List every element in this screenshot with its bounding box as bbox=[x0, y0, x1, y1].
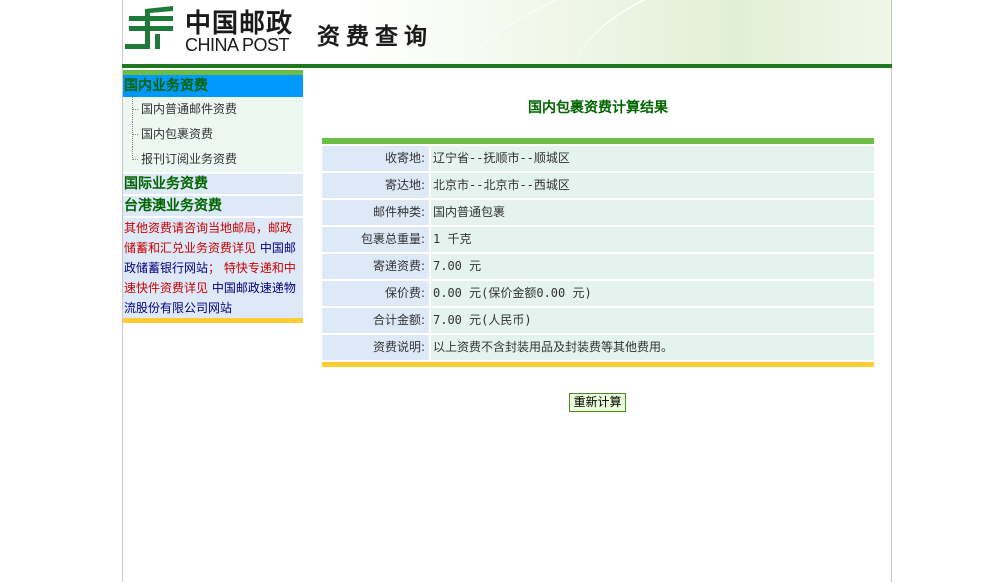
table-row: 包裹总重量: 1 千克 bbox=[322, 227, 874, 252]
sidebar-subitem-label: 国内普通邮件资费 bbox=[141, 102, 238, 116]
sidebar-info-text: 其他资费请咨询当地邮局，邮政储蓄和汇兑业务资费详见 中国邮政储蓄银行网站； 特快… bbox=[123, 218, 303, 318]
row-value: 7.00 元(人民币) bbox=[431, 308, 874, 333]
sidebar-subitem-label: 国内包裹资费 bbox=[141, 127, 214, 141]
table-row: 寄达地: 北京市--北京市--西城区 bbox=[322, 173, 874, 198]
result-table-top-bar bbox=[322, 138, 874, 144]
row-value: 1 千克 bbox=[431, 227, 874, 252]
sidebar-subitem-domestic-parcel[interactable]: 国内包裹资费 bbox=[123, 122, 303, 147]
result-title: 国内包裹资费计算结果 bbox=[528, 100, 668, 116]
table-row: 收寄地: 辽宁省--抚顺市--顺城区 bbox=[322, 146, 874, 171]
row-label: 包裹总重量: bbox=[322, 227, 429, 252]
row-value: 以上资费不含封装用品及封装费等其他费用。 bbox=[431, 335, 874, 360]
sidebar-subitem-domestic-mail[interactable]: 国内普通邮件资费 bbox=[123, 97, 303, 122]
row-label: 寄递资费: bbox=[322, 254, 429, 279]
sidebar-subitem-label: 报刊订阅业务资费 bbox=[141, 152, 238, 166]
table-row: 邮件种类: 国内普通包裹 bbox=[322, 200, 874, 225]
sidebar-subitem-periodical[interactable]: 报刊订阅业务资费 bbox=[123, 147, 303, 172]
result-table: 收寄地: 辽宁省--抚顺市--顺城区 寄达地: 北京市--北京市--西城区 邮件… bbox=[322, 138, 874, 367]
row-label: 寄达地: bbox=[322, 173, 429, 198]
row-value: 辽宁省--抚顺市--顺城区 bbox=[431, 146, 874, 171]
sidebar-item-domestic[interactable]: 国内业务资费 bbox=[123, 75, 303, 97]
row-value: 0.00 元(保价金额0.00 元) bbox=[431, 281, 874, 306]
sidebar: 国内业务资费 国内普通邮件资费 国内包裹资费 报刊订阅业务资费 国际业务资费 台… bbox=[123, 70, 303, 323]
row-label: 收寄地: bbox=[322, 146, 429, 171]
page-title: 资费查询 bbox=[317, 23, 433, 50]
site-header: 中国邮政 CHINA POST 资费查询 bbox=[123, 0, 891, 64]
header-divider bbox=[122, 64, 892, 68]
sidebar-bottom-bar bbox=[123, 318, 303, 323]
table-row: 合计金额: 7.00 元(人民币) bbox=[322, 308, 874, 333]
row-label: 保价费: bbox=[322, 281, 429, 306]
table-row: 寄递资费: 7.00 元 bbox=[322, 254, 874, 279]
recalculate-button[interactable]: 重新计算 bbox=[569, 393, 626, 412]
row-label: 邮件种类: bbox=[322, 200, 429, 225]
result-table-bottom-bar bbox=[322, 362, 874, 367]
table-row: 保价费: 0.00 元(保价金额0.00 元) bbox=[322, 281, 874, 306]
row-label: 资费说明: bbox=[322, 335, 429, 360]
china-post-logo-icon bbox=[125, 6, 173, 49]
row-value: 7.00 元 bbox=[431, 254, 874, 279]
sidebar-item-international[interactable]: 国际业务资费 bbox=[123, 174, 303, 194]
row-value: 北京市--北京市--西城区 bbox=[431, 173, 874, 198]
row-value: 国内普通包裹 bbox=[431, 200, 874, 225]
logo-english-text: CHINA POST bbox=[185, 35, 290, 55]
sidebar-item-hk-macao-taiwan[interactable]: 台港澳业务资费 bbox=[123, 196, 303, 216]
table-row: 资费说明: 以上资费不含封装用品及封装费等其他费用。 bbox=[322, 335, 874, 360]
row-label: 合计金额: bbox=[322, 308, 429, 333]
